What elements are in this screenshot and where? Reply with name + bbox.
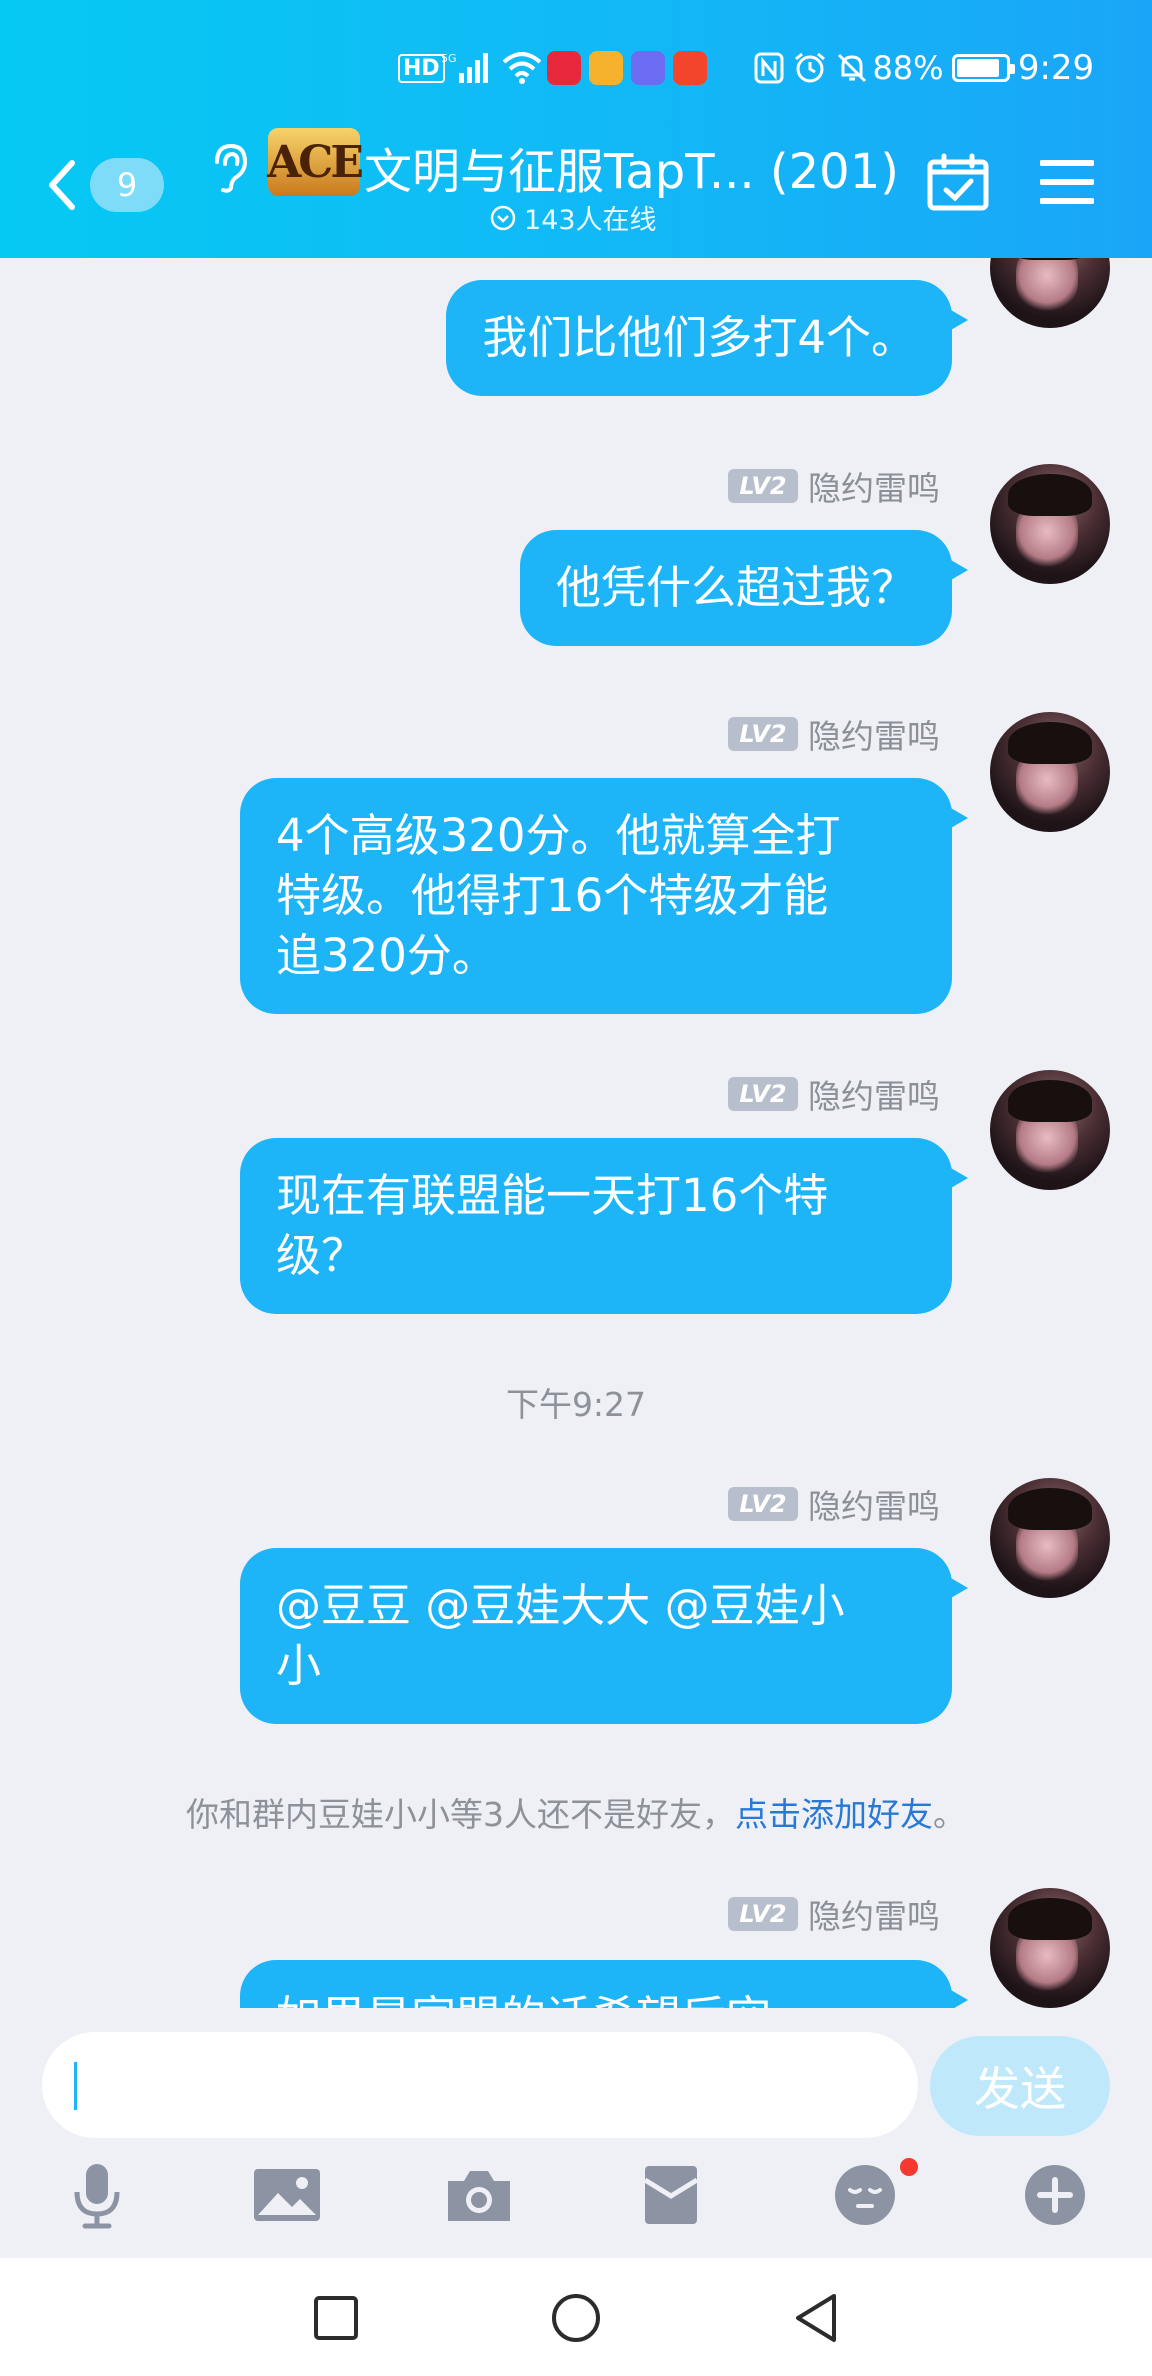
add-friend-notice: 你和群内豆娃小小等3人还不是好友，点击添加好友。 (0, 1788, 1152, 1836)
sender-avatar[interactable] (990, 258, 1110, 328)
send-button[interactable]: 发送 (930, 2036, 1110, 2136)
level-badge: LV2 (728, 469, 798, 503)
app-notification-icon (546, 40, 582, 96)
home-icon[interactable] (546, 2288, 606, 2348)
message-text-line: 小 (276, 1639, 322, 1692)
sender-avatar[interactable] (990, 712, 1110, 832)
message-text-line: 特级。他得打16个特级才能 (276, 869, 829, 922)
level-badge: LV2 (728, 717, 798, 751)
level-badge: LV2 (728, 1077, 798, 1111)
mute-icon (834, 40, 870, 96)
add-friend-link[interactable]: 点击添加好友 (735, 1795, 933, 1834)
sender-info: LV2 隐约雷鸣 (728, 1890, 940, 1938)
sender-name[interactable]: 隐约雷鸣 (808, 1480, 940, 1528)
sender-name[interactable]: 隐约雷鸣 (808, 1070, 940, 1118)
status-bar: HD 5G 88% 9:29 (0, 40, 1152, 96)
svg-text:5G: 5G (441, 52, 457, 65)
system-navigation-bar (0, 2258, 1152, 2376)
message-text-line: @豆豆 @豆娃大大 @豆娃小 (276, 1579, 845, 1632)
group-avatar[interactable]: ACE (267, 128, 364, 196)
message-bubble[interactable]: 我们比他们多打4个。 (446, 280, 968, 396)
message-bubble[interactable]: @豆豆 @豆娃大大 @豆娃小 小 (240, 1548, 968, 1724)
notification-dot (900, 2158, 918, 2176)
sender-name[interactable]: 隐约雷鸣 (808, 1890, 940, 1938)
clock: 9:29 (1017, 48, 1095, 88)
message-list[interactable]: 我们比他们多打4个。 LV2 隐约雷鸣 他凭什么超过我？ LV2 隐约雷鸣 4个… (0, 258, 1152, 2008)
notice-end: 。 (933, 1795, 966, 1834)
timestamp-divider: 下午9:27 (505, 1385, 647, 1424)
message-bubble[interactable]: 如果是家盟的话希望后空... (240, 1960, 968, 2008)
sender-info: LV2 隐约雷鸣 (728, 1070, 940, 1118)
battery-icon (946, 40, 1016, 96)
chevron-left-icon (49, 160, 75, 210)
message-text: 我们比他们多打4个。 (482, 311, 916, 364)
back-button[interactable]: 9 (44, 150, 174, 220)
chevron-down-circle-icon (490, 205, 516, 230)
sender-info: LV2 隐约雷鸣 (728, 1480, 940, 1528)
notice-text: 你和群内豆娃小小等3人还不是好友， (186, 1795, 735, 1834)
sender-info: LV2 隐约雷鸣 (728, 462, 940, 510)
sender-avatar[interactable] (990, 1478, 1110, 1598)
signal-icon: 5G (440, 40, 490, 96)
level-badge: LV2 (728, 1897, 798, 1931)
message-bubble[interactable]: 现在有联盟能一天打16个特 级？ (240, 1138, 968, 1314)
level-badge: LV2 (728, 1487, 798, 1521)
app-notification-icon (672, 40, 708, 96)
message-text: 他凭什么超过我？ (555, 561, 916, 614)
message-bubble[interactable]: 他凭什么超过我？ (519, 530, 969, 646)
earpiece-mode-icon[interactable] (205, 140, 253, 196)
group-name[interactable]: 文明与征服TapT... (201) (364, 132, 899, 202)
alarm-icon (792, 40, 828, 96)
input-area: 发送 (0, 2008, 1152, 2258)
online-count: 143人在线 (524, 205, 657, 236)
message-text-line: 级？ (276, 1229, 367, 1282)
plus-icon[interactable] (1018, 2158, 1092, 2232)
hd-indicator: HD (398, 40, 445, 96)
online-status[interactable]: 143人在线 (490, 198, 657, 237)
menu-icon[interactable] (1039, 158, 1095, 206)
message-bubble[interactable]: 4个高级320分。他就算全打 特级。他得打16个特级才能 追320分。 (240, 778, 968, 1014)
microphone-icon[interactable] (60, 2158, 134, 2232)
battery-percent: 88% (872, 49, 944, 87)
chat-header: HD 5G 88% 9:29 9 ACE 文明与征服TapT... (201) … (0, 0, 1152, 258)
emoji-icon[interactable] (828, 2158, 902, 2232)
sender-info: LV2 隐约雷鸣 (728, 710, 940, 758)
message-text: 如果是家盟的话希望后空... (276, 1991, 814, 2008)
message-text-line: 追320分。 (276, 929, 497, 982)
app-notification-icon (588, 40, 624, 96)
nfc-icon (752, 40, 786, 96)
calendar-check-icon[interactable] (926, 152, 990, 212)
red-packet-icon[interactable] (634, 2158, 708, 2232)
unread-count-badge: 9 (90, 158, 164, 212)
recent-apps-icon[interactable] (306, 2288, 366, 2348)
wifi-icon (500, 40, 544, 96)
sender-avatar[interactable] (990, 1070, 1110, 1190)
text-caret (74, 2062, 77, 2110)
message-input[interactable] (42, 2032, 918, 2138)
sender-avatar[interactable] (990, 464, 1110, 584)
sender-name[interactable]: 隐约雷鸣 (808, 710, 940, 758)
message-text-line: 现在有联盟能一天打16个特 (276, 1169, 829, 1222)
sender-avatar[interactable] (990, 1888, 1110, 2008)
back-nav-icon[interactable] (786, 2288, 846, 2348)
image-icon[interactable] (250, 2158, 324, 2232)
camera-icon[interactable] (442, 2158, 516, 2232)
music-app-icon (630, 40, 666, 96)
message-text-line: 4个高级320分。他就算全打 (276, 809, 841, 862)
sender-name[interactable]: 隐约雷鸣 (808, 462, 940, 510)
